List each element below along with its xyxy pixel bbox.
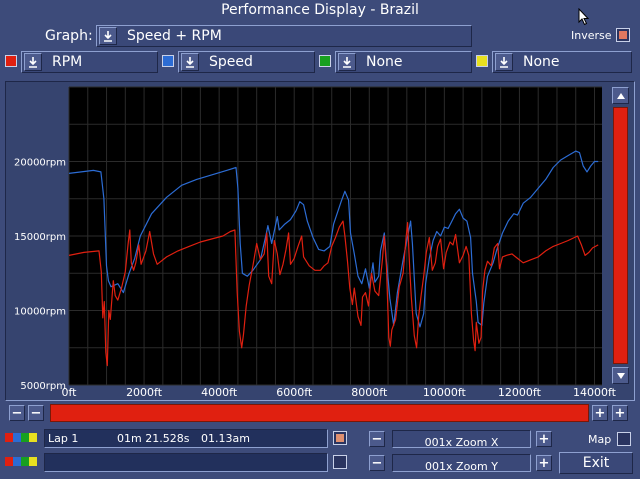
channel-4-select[interactable]: None [492, 51, 632, 73]
vertical-scrollbar-thumb[interactable] [613, 107, 628, 364]
zoom-y-minus-button[interactable]: − [369, 455, 385, 471]
download-arrow-icon[interactable] [181, 53, 199, 71]
horizontal-scrollbar-thumb[interactable] [50, 404, 589, 422]
zoom-y-field: 001x Zoom Y [392, 454, 531, 473]
channel-1-select[interactable]: RPM [21, 51, 158, 73]
chart-panel [5, 81, 635, 401]
plus-icon: + [538, 431, 550, 447]
exit-button[interactable]: Exit [559, 452, 633, 474]
plus-icon: + [594, 405, 606, 421]
scroll-up-button[interactable] [612, 87, 629, 104]
zoom-y-label: 001x Zoom Y [425, 460, 498, 473]
map-label: Map [588, 433, 612, 446]
window-title: Performance Display - Brazil [221, 2, 419, 18]
inverse-label: Inverse [571, 29, 612, 42]
zoom-x-minus-button[interactable]: − [369, 431, 385, 447]
channel-2-select[interactable]: Speed [178, 51, 315, 73]
plus-icon: + [538, 455, 550, 471]
scroll-down-button[interactable] [612, 367, 629, 384]
lap-1-number: Lap 1 [48, 432, 79, 445]
channel-3-swatch [319, 55, 331, 67]
mouse-pointer-icon [578, 7, 590, 26]
up-arrow-icon [616, 92, 625, 99]
channel-4-name: None [523, 54, 560, 70]
x-zoom-plus-button-1[interactable]: + [592, 405, 608, 421]
inverse-checkbox[interactable] [616, 28, 630, 42]
channel-3-select[interactable]: None [335, 51, 472, 73]
zoom-x-label: 001x Zoom X [424, 436, 499, 449]
x-zoom-minus-button-1[interactable]: − [9, 405, 25, 421]
minus-icon: − [30, 405, 42, 421]
map-checkbox[interactable] [617, 432, 631, 446]
download-arrow-icon[interactable] [495, 53, 513, 71]
lap-1-clock: 01.13am [201, 432, 250, 445]
minus-icon: − [11, 405, 23, 421]
lap-2-swatches [5, 457, 39, 467]
x-zoom-plus-button-2[interactable]: + [612, 405, 628, 421]
channel-4-swatch [476, 55, 488, 67]
graph-select[interactable]: Speed + RPM [96, 25, 472, 47]
channel-1-name: RPM [52, 54, 83, 70]
lap-2-checkbox[interactable] [333, 455, 347, 469]
minus-icon: − [371, 455, 383, 471]
channel-3-name: None [366, 54, 403, 70]
download-arrow-icon[interactable] [338, 53, 356, 71]
channel-2-name: Speed [209, 54, 253, 70]
down-arrow-icon [616, 372, 625, 379]
zoom-y-plus-button[interactable]: + [536, 455, 552, 471]
exit-label: Exit [582, 455, 610, 471]
lap-1-swatches [5, 433, 39, 443]
zoom-x-plus-button[interactable]: + [536, 431, 552, 447]
graph-label: Graph: [45, 28, 93, 44]
lap-1-time: 01m 21.528s [117, 432, 190, 445]
channel-1-swatch [5, 55, 17, 67]
minus-icon: − [371, 431, 383, 447]
plus-icon: + [614, 405, 626, 421]
channel-2-swatch [162, 55, 174, 67]
lap-1-row[interactable]: Lap 1 01m 21.528s 01.13am [44, 429, 328, 448]
download-arrow-icon[interactable] [99, 27, 117, 45]
zoom-x-field: 001x Zoom X [392, 430, 531, 449]
lap-2-row[interactable] [44, 453, 328, 472]
download-arrow-icon[interactable] [24, 53, 42, 71]
graph-select-value: Speed + RPM [127, 28, 222, 44]
x-zoom-minus-button-2[interactable]: − [28, 405, 44, 421]
lap-1-checkbox[interactable] [333, 431, 347, 445]
